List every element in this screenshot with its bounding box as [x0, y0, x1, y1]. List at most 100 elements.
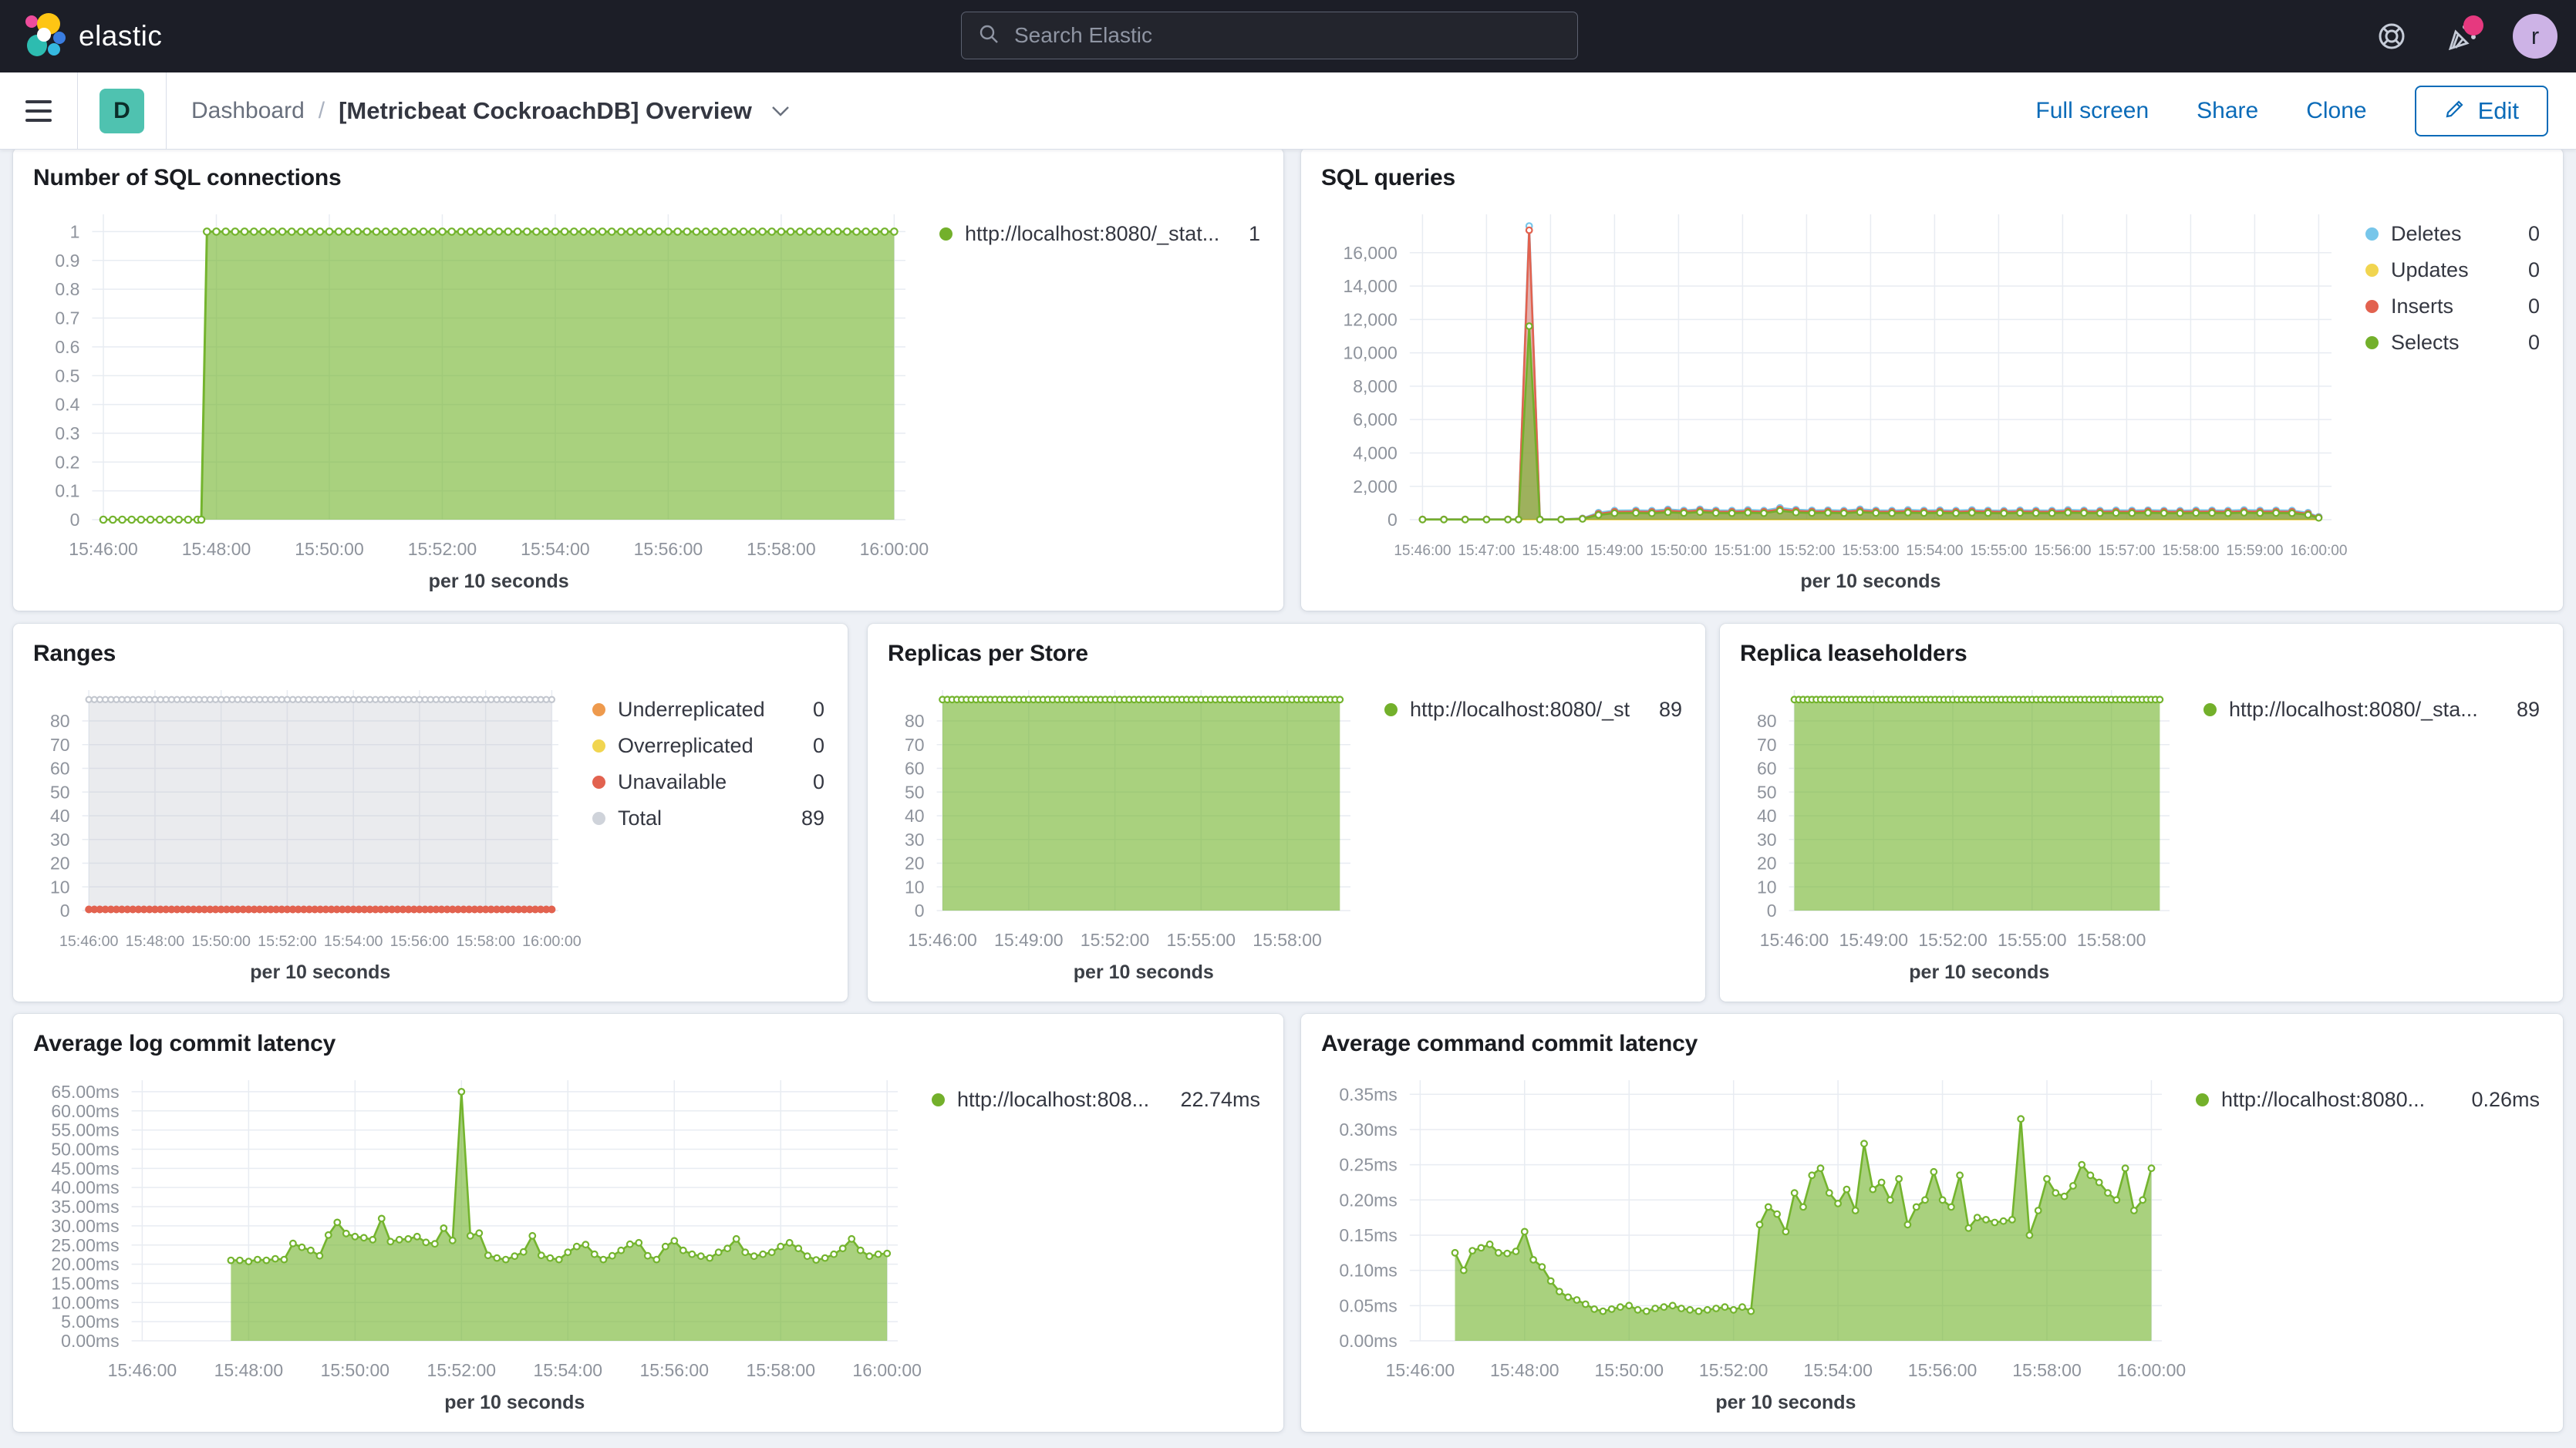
legend-item[interactable]: Unavailable0 [592, 770, 824, 794]
svg-text:15:52:00: 15:52:00 [258, 933, 317, 950]
help-icon[interactable] [2374, 19, 2409, 54]
panel-title: Average command commit latency [1321, 1031, 2543, 1057]
legend-dot [592, 703, 605, 716]
panel-replicas-per-store: Replicas per Store 0102030405060708015:4… [868, 624, 1705, 1002]
legend-item[interactable]: http://localhost:8080/_sta...89 [1384, 698, 1682, 722]
panel-replica-leaseholders: Replica leaseholders 0102030405060708015… [1720, 624, 2563, 1002]
svg-text:15:55:00: 15:55:00 [1970, 543, 2027, 559]
sql-connections-chart[interactable]: 00.10.20.30.40.50.60.70.80.9115:46:0015:… [33, 194, 932, 600]
panel-title: Replica leaseholders [1740, 641, 2543, 667]
svg-text:20: 20 [905, 854, 925, 874]
newsfeed-icon[interactable] [2443, 19, 2479, 54]
legend-item[interactable]: Inserts0 [2365, 295, 2540, 318]
share-link[interactable]: Share [2197, 98, 2258, 124]
svg-text:0.7: 0.7 [55, 308, 79, 328]
svg-text:10: 10 [50, 877, 70, 897]
panel-ranges: Ranges 0102030405060708015:46:0015:48:00… [13, 624, 848, 1002]
svg-text:16:00:00: 16:00:00 [522, 933, 582, 950]
svg-text:0.25ms: 0.25ms [1339, 1155, 1397, 1175]
panel-title: Replicas per Store [888, 641, 1685, 667]
svg-text:per 10 seconds: per 10 seconds [444, 1392, 585, 1413]
dashboard-app-badge[interactable]: D [99, 89, 144, 133]
clone-link[interactable]: Clone [2306, 98, 2366, 124]
elastic-brand[interactable]: elastic [22, 0, 162, 72]
panel-command-commit-latency: Average command commit latency 0.00ms 0.0… [1301, 1014, 2563, 1432]
legend-item[interactable]: Selects0 [2365, 331, 2540, 355]
svg-text:0.8: 0.8 [55, 279, 79, 299]
elastic-logo-icon [22, 12, 66, 61]
search-icon [977, 22, 1000, 49]
svg-text:15:48:00: 15:48:00 [126, 933, 185, 950]
full-screen-link[interactable]: Full screen [2035, 98, 2149, 124]
legend-item[interactable]: Total89 [592, 807, 824, 830]
global-search[interactable] [961, 12, 1578, 59]
legend-series-value: 89 [2500, 698, 2540, 722]
user-avatar[interactable]: r [2513, 14, 2557, 59]
legend-item[interactable]: http://localhost:808...22.74ms [932, 1088, 1260, 1112]
search-input[interactable] [1013, 22, 1562, 49]
svg-text:50: 50 [905, 782, 925, 802]
breadcrumb-dashboard[interactable]: Dashboard [191, 98, 305, 124]
legend: http://localhost:8080...0.26ms [2188, 1060, 2543, 1421]
replica-leaseholders-chart[interactable]: 0102030405060708015:46:0015:49:0015:52:0… [1740, 670, 2196, 991]
svg-text:2,000: 2,000 [1353, 476, 1398, 497]
legend: Underreplicated0 Overreplicated0 Unavailab… [585, 670, 828, 991]
svg-text:0.1: 0.1 [55, 481, 79, 501]
svg-text:per 10 seconds: per 10 seconds [1074, 961, 1214, 983]
replicas-per-store-chart[interactable]: 0102030405060708015:46:0015:49:0015:52:0… [888, 670, 1377, 991]
svg-text:15:56:00: 15:56:00 [2034, 543, 2091, 559]
svg-text:15:52:00: 15:52:00 [1778, 543, 1835, 559]
svg-text:0.05ms: 0.05ms [1339, 1295, 1397, 1315]
divider [77, 72, 78, 150]
svg-text:45.00ms: 45.00ms [51, 1158, 119, 1178]
ranges-chart[interactable]: 0102030405060708015:46:0015:48:0015:50:0… [33, 670, 585, 991]
svg-text:6,000: 6,000 [1353, 409, 1398, 429]
sql-queries-chart[interactable]: 02,0004,0006,0008,00010,00012,00014,0001… [1321, 194, 2358, 600]
panel-sql-queries: SQL queries 02,0004,0006,0008,00010,0001… [1301, 148, 2563, 611]
legend-item[interactable]: http://localhost:8080/_sta...89 [2203, 698, 2540, 722]
svg-text:15:49:00: 15:49:00 [1839, 930, 1908, 950]
svg-text:0.00ms: 0.00ms [1339, 1331, 1397, 1351]
breadcrumb: Dashboard / [Metricbeat CockroachDB] Ove… [191, 97, 791, 125]
svg-text:15:58:00: 15:58:00 [1253, 930, 1322, 950]
legend-series-value: 1 [1232, 222, 1260, 246]
svg-text:70: 70 [905, 735, 925, 755]
panel-title: Average log commit latency [33, 1031, 1263, 1057]
svg-text:15:50:00: 15:50:00 [1594, 1360, 1664, 1380]
svg-text:15:56:00: 15:56:00 [390, 933, 450, 950]
legend-item[interactable]: Deletes0 [2365, 222, 2540, 246]
svg-text:15:55:00: 15:55:00 [1167, 930, 1236, 950]
svg-text:80: 80 [50, 711, 70, 731]
legend-item[interactable]: Underreplicated0 [592, 698, 824, 722]
legend-item[interactable]: http://localhost:8080/_stat...1 [939, 222, 1260, 246]
svg-text:15:52:00: 15:52:00 [1081, 930, 1150, 950]
svg-text:per 10 seconds: per 10 seconds [250, 961, 390, 983]
legend-item[interactable]: Overreplicated0 [592, 734, 824, 758]
menu-icon[interactable] [0, 72, 77, 150]
log-commit-latency-chart[interactable]: 0.00ms5.00ms10.00ms15.00ms20.00ms25.00ms… [33, 1060, 924, 1421]
svg-text:25.00ms: 25.00ms [51, 1235, 119, 1255]
legend: http://localhost:8080/_stat...1 [932, 194, 1263, 600]
chevron-down-icon[interactable] [770, 104, 791, 118]
breadcrumb-separator: / [319, 98, 325, 124]
svg-text:0.10ms: 0.10ms [1339, 1261, 1397, 1281]
svg-text:55.00ms: 55.00ms [51, 1120, 119, 1140]
panel-title: SQL queries [1321, 165, 2543, 191]
edit-button[interactable]: Edit [2415, 86, 2548, 136]
svg-text:80: 80 [1757, 711, 1777, 731]
legend-series-label: http://localhost:8080... [2221, 1088, 2425, 1112]
svg-text:35.00ms: 35.00ms [51, 1197, 119, 1217]
svg-text:40: 40 [50, 806, 70, 826]
legend-item[interactable]: Updates0 [2365, 258, 2540, 282]
svg-text:15:52:00: 15:52:00 [1918, 930, 1988, 950]
svg-text:20: 20 [1757, 854, 1777, 874]
svg-text:15:58:00: 15:58:00 [2162, 543, 2219, 559]
svg-text:per 10 seconds: per 10 seconds [429, 571, 569, 592]
legend-item[interactable]: http://localhost:8080...0.26ms [2196, 1088, 2540, 1112]
svg-text:per 10 seconds: per 10 seconds [1909, 961, 2049, 983]
svg-text:15:49:00: 15:49:00 [1586, 543, 1643, 559]
svg-text:15:46:00: 15:46:00 [59, 933, 119, 950]
command-commit-latency-chart[interactable]: 0.00ms0.05ms0.10ms0.15ms0.20ms0.25ms0.30… [1321, 1060, 2188, 1421]
svg-text:15:58:00: 15:58:00 [747, 539, 816, 559]
svg-text:15:46:00: 15:46:00 [108, 1360, 177, 1380]
